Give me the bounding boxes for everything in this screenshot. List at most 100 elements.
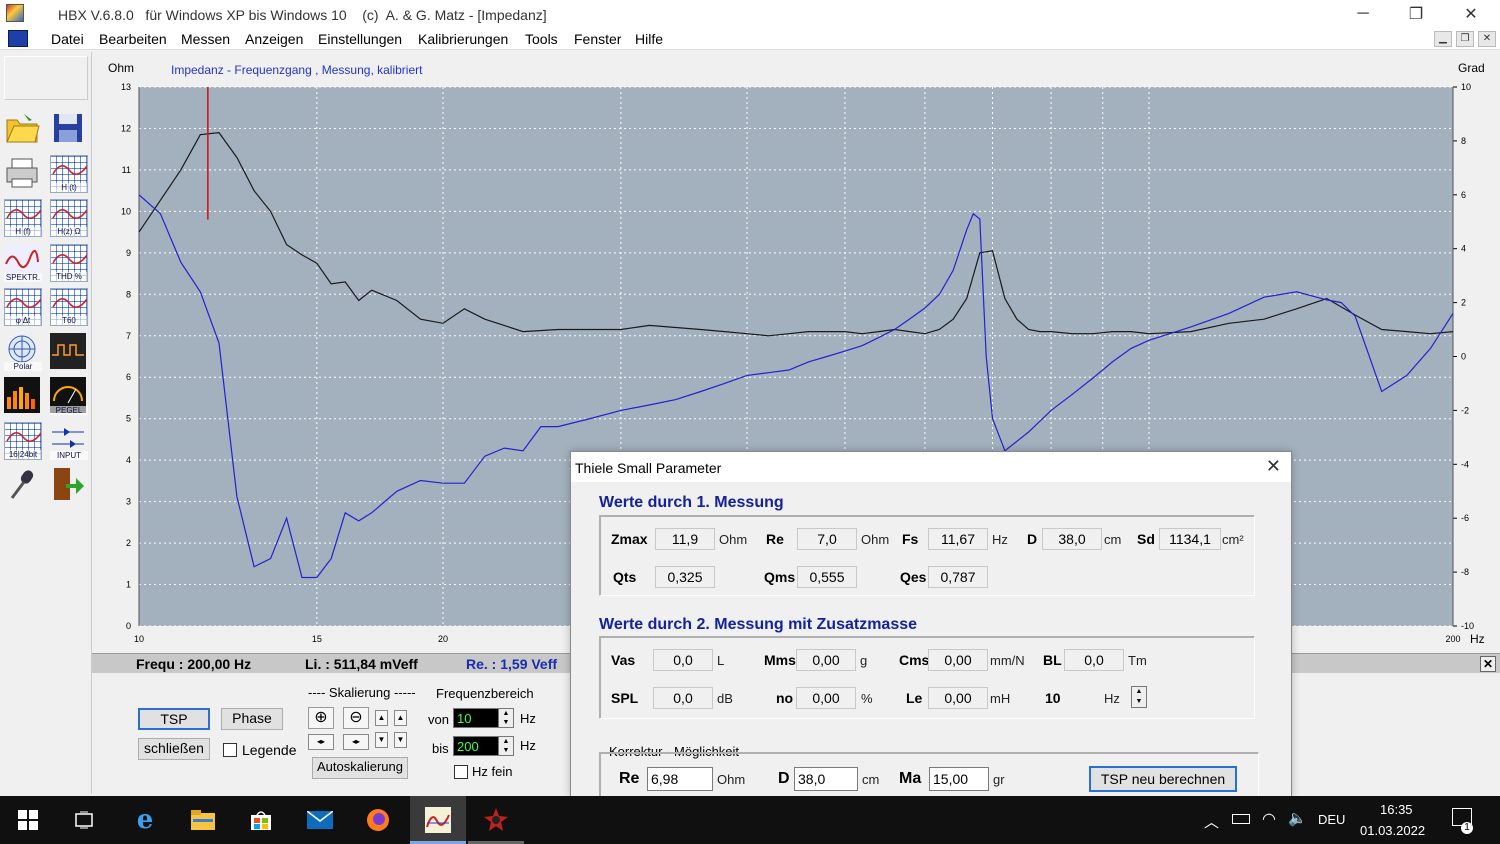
zoom-out-button[interactable]: ⊖ — [343, 707, 369, 729]
spl-label: SPL — [611, 690, 639, 706]
close-chart-button[interactable]: schließen — [138, 738, 210, 760]
scale-up2-button[interactable]: ▲ — [394, 710, 407, 726]
scale-horizontal-button[interactable]: ◂▸ — [308, 734, 334, 750]
minimize-button[interactable]: ─ — [1340, 0, 1386, 28]
cms-value: 0,00 — [928, 649, 988, 671]
toolbar-blank-panel — [4, 56, 88, 100]
bl-label: BL — [1043, 652, 1062, 668]
le-frequency-value[interactable]: 10 — [1045, 690, 1061, 706]
status-close-button[interactable]: ✕ — [1480, 656, 1496, 672]
file-explorer-icon[interactable] — [189, 806, 217, 834]
microphone-icon[interactable] — [4, 466, 42, 504]
spl-value: 0,0 — [653, 687, 713, 709]
scale-up-button[interactable]: ▲ — [375, 710, 388, 726]
store-icon[interactable] — [247, 806, 275, 834]
app-logo-icon[interactable] — [6, 4, 24, 22]
tray-overflow-icon[interactable]: ︿ — [1204, 811, 1219, 832]
legend-checkbox[interactable] — [223, 743, 237, 757]
mdi-document-icon[interactable] — [8, 30, 28, 47]
app-window: HBX V.6.8.0 für Windows XP bis Windows 1… — [0, 0, 1500, 844]
menu-tools[interactable]: Tools — [525, 31, 558, 47]
clock-date[interactable]: 01.03.2022 — [1360, 823, 1425, 838]
oscilloscope-icon[interactable] — [50, 332, 88, 371]
y-tick-label: 5 — [126, 414, 131, 424]
status-frequency: Frequ : 200,00 Hz — [136, 656, 252, 672]
fs-label: Fs — [902, 531, 919, 547]
title-bar: HBX V.6.8.0 für Windows XP bis Windows 1… — [0, 0, 1500, 28]
maximize-button[interactable]: ❐ — [1393, 0, 1439, 28]
mdi-close-button[interactable]: ✕ — [1478, 31, 1496, 47]
save-icon[interactable] — [50, 110, 88, 148]
y-tick-label: 2 — [126, 538, 131, 548]
bargraph-icon[interactable] — [4, 377, 42, 415]
menu-einstellungen[interactable]: Einstellungen — [318, 31, 402, 47]
corr-re-input[interactable]: 6,98 — [647, 767, 713, 791]
corr-re-unit: Ohm — [717, 772, 746, 787]
hz-fine-checkbox[interactable] — [454, 765, 468, 779]
menu-fenster[interactable]: Fenster — [574, 31, 621, 47]
to-frequency-input[interactable]: 200 — [453, 736, 503, 756]
firefox-icon[interactable] — [364, 806, 392, 834]
printer-icon[interactable] — [4, 154, 42, 193]
input-icon[interactable]: INPUT — [50, 421, 88, 460]
polar-icon[interactable]: Polar — [4, 332, 42, 371]
bit-analyzer-icon[interactable]: 16|24bit — [4, 421, 42, 460]
scaling-label: ---- Skalierung ----- — [308, 685, 416, 700]
y-tick-label: 1 — [126, 580, 131, 590]
impedance-icon[interactable]: H(z) Ω — [50, 199, 88, 237]
spectrum-icon[interactable]: SPEKTR. — [4, 243, 42, 282]
menu-messen[interactable]: Messen — [181, 31, 230, 47]
volume-icon[interactable]: 🔈 — [1288, 809, 1307, 827]
open-folder-icon[interactable] — [4, 110, 42, 148]
scale-horizontal2-button[interactable]: ◂▸ — [343, 734, 369, 750]
qts-label: Qts — [613, 569, 637, 585]
wifi-icon[interactable]: ◠ — [1262, 809, 1276, 829]
y2-tick-label: 0 — [1461, 352, 1466, 362]
clock-time[interactable]: 16:35 — [1380, 802, 1413, 817]
corr-d-input[interactable]: 38,0 — [794, 767, 858, 791]
zoom-in-button[interactable]: ⊕ — [308, 707, 334, 729]
level-meter-icon[interactable]: PEGEL — [50, 377, 88, 415]
mdi-restore-button[interactable]: ❐ — [1456, 31, 1474, 47]
to-frequency-spinner[interactable]: ▲ ▼ — [498, 736, 514, 756]
from-frequency-input[interactable]: 10 — [453, 708, 503, 728]
task-view-icon[interactable] — [70, 806, 98, 834]
tool-label: Polar — [4, 361, 42, 371]
close-button[interactable]: ✕ — [1448, 0, 1494, 28]
spl-unit: dB — [717, 691, 733, 706]
second-app-icon[interactable] — [482, 806, 510, 834]
battery-icon[interactable] — [1232, 814, 1250, 824]
mdi-minimize-button[interactable]: ▁ — [1434, 31, 1452, 47]
recalculate-tsp-button[interactable]: TSP neu berechnen — [1089, 766, 1237, 792]
waterfall-icon[interactable]: φ Δt — [4, 288, 42, 326]
tsp-dialog-close-button[interactable]: ✕ — [1266, 456, 1281, 477]
t60-icon[interactable]: T60 — [50, 288, 88, 326]
from-label: von — [428, 712, 449, 727]
mail-icon[interactable] — [306, 806, 334, 834]
thd-icon[interactable]: THD % — [50, 243, 88, 282]
from-frequency-spinner[interactable]: ▲ ▼ — [498, 708, 514, 728]
menu-anzeigen[interactable]: Anzeigen — [245, 31, 303, 47]
menu-kalibrierungen[interactable]: Kalibrierungen — [418, 31, 508, 47]
menu-bearbeiten[interactable]: Bearbeiten — [99, 31, 167, 47]
scale-down2-button[interactable]: ▼ — [394, 732, 407, 748]
exit-door-icon[interactable] — [50, 466, 88, 504]
cms-label: Cms — [899, 652, 930, 668]
language-indicator[interactable]: DEU — [1318, 812, 1345, 827]
scale-down-button[interactable]: ▼ — [375, 732, 388, 748]
x-axis-unit: Hz — [1470, 632, 1485, 646]
frequency-response-icon[interactable]: H (f) — [4, 199, 42, 237]
autoscale-button[interactable]: Autoskalierung — [312, 757, 408, 779]
tsp-button[interactable]: TSP — [138, 708, 210, 730]
impulse-response-icon[interactable]: H (t) — [50, 154, 88, 193]
menu-datei[interactable]: Datei — [51, 31, 84, 47]
le-frequency-spinner[interactable]: ▲ ▼ — [1131, 686, 1147, 708]
windows-start-icon[interactable] — [14, 806, 42, 834]
edge-browser-icon[interactable]: e — [131, 805, 159, 835]
qms-label: Qms — [764, 569, 796, 585]
phase-button[interactable]: Phase — [221, 708, 283, 730]
tool-label: H (t) — [51, 182, 87, 192]
hbx-app-icon[interactable] — [424, 806, 452, 834]
corr-ma-input[interactable]: 15,00 — [929, 767, 989, 791]
menu-hilfe[interactable]: Hilfe — [635, 31, 663, 47]
